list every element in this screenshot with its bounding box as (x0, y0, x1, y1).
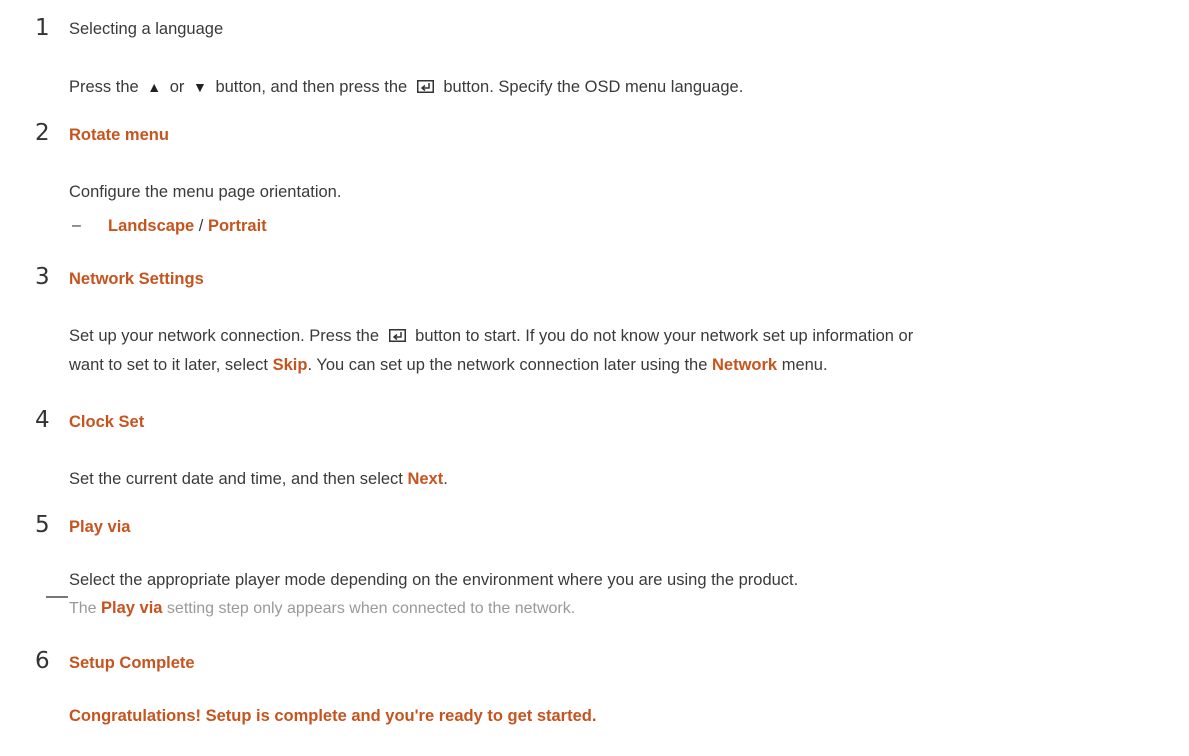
next-label: Next (407, 470, 444, 488)
enter-icon (388, 329, 406, 342)
step-text-3-line1: Set up your network connection. Press th… (69, 322, 913, 351)
step1-text-or: or (165, 78, 189, 96)
step-title-2: Rotate menu (69, 126, 169, 144)
step-title-3: Network Settings (69, 270, 204, 288)
note-play-via: Play via (101, 599, 163, 617)
enter-icon (416, 80, 434, 93)
step-title-1: Selecting a language (69, 20, 224, 38)
step3-line2-c: menu. (777, 356, 828, 374)
step3-line1-b: button to start. If you do not know your… (410, 327, 914, 345)
down-triangle-icon: ▼ (193, 79, 207, 95)
step1-text-c: button. Specify the OSD menu language. (438, 78, 744, 96)
skip-label: Skip (272, 356, 308, 374)
step-text-4: Set the current date and time, and then … (69, 465, 448, 494)
step3-line2-b: . You can set up the network connection … (307, 356, 712, 374)
step-number-5: 5 (35, 512, 50, 538)
option-portrait: Portrait (207, 217, 267, 235)
step-text-1: Press the ▲ or ▼ button, and then press … (69, 73, 743, 102)
step-text-2: Configure the menu page orientation. (69, 183, 342, 201)
step-text-5: Select the appropriate player mode depen… (69, 571, 799, 589)
step-title-6: Setup Complete (69, 654, 195, 672)
step-number-4: 4 (35, 407, 50, 433)
play-via-note: The Play via setting step only appears w… (46, 596, 576, 618)
step-title-5: Play via (69, 518, 131, 536)
step-text-3-line2: want to set to it later, select Skip. Yo… (69, 351, 828, 380)
step3-line2-a: want to set to it later, select (69, 356, 273, 374)
option-landscape: Landscape (108, 217, 195, 235)
up-triangle-icon: ▲ (147, 79, 162, 95)
step-number-1: 1 (35, 15, 50, 41)
step3-line1-a: Set up your network connection. Press th… (69, 327, 384, 345)
step4-text-b: . (443, 470, 448, 488)
note-bar (46, 596, 68, 598)
step1-text-a: Press the (69, 78, 144, 96)
step-number-6: 6 (35, 648, 50, 674)
setup-complete-message: Congratulations! Setup is complete and y… (69, 707, 597, 725)
step-number-3: 3 (35, 264, 50, 290)
step-title-4: Clock Set (69, 413, 145, 431)
option-dash: – (72, 217, 81, 234)
option-separator: / (194, 217, 208, 235)
step-number-2: 2 (35, 120, 50, 146)
network-menu-label: Network (712, 356, 778, 374)
orientation-options: Landscape / Portrait (108, 212, 267, 241)
step4-text-a: Set the current date and time, and then … (69, 470, 408, 488)
note-text-a: The (69, 600, 102, 617)
note-text-c: setting step only appears when connected… (162, 600, 576, 617)
step1-text-b: button, and then press the (210, 78, 412, 96)
